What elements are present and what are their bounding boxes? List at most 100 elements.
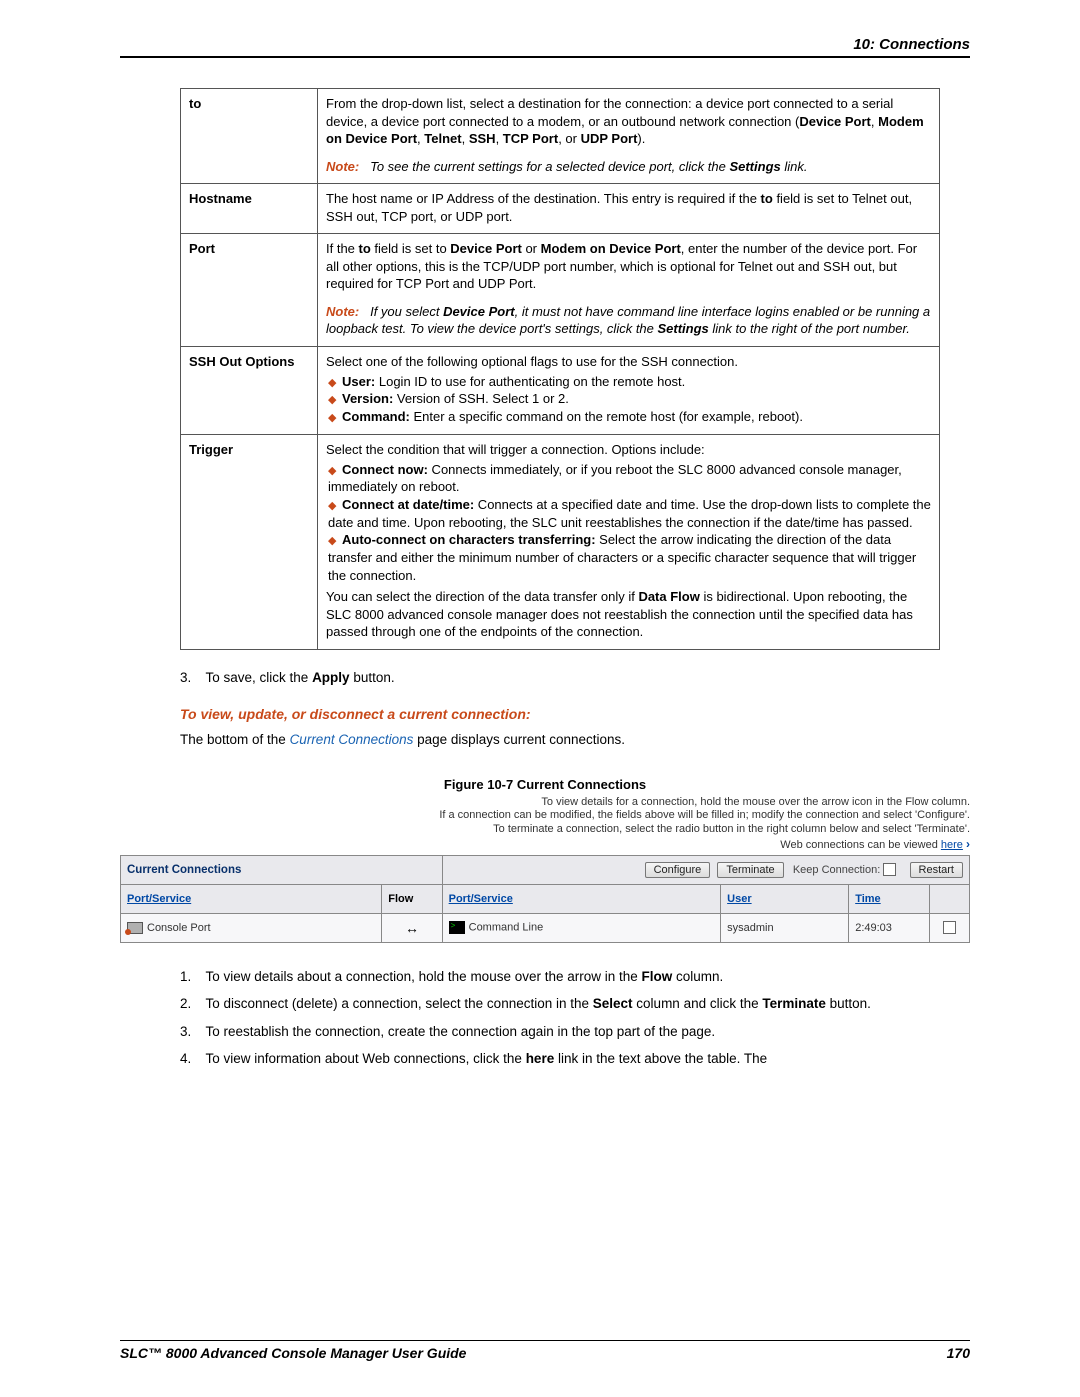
definitions-table: to From the drop-down list, select a des… [180, 88, 940, 650]
opt-ssh: SSH [469, 131, 496, 146]
bullet-icon: ◆ [328, 376, 342, 391]
bold-flow: Flow [642, 969, 673, 984]
bullet-user: User: [342, 374, 375, 389]
text: , or [558, 131, 580, 146]
note-text: link to the right of the port number. [709, 321, 910, 336]
bold-select: Select [593, 996, 633, 1011]
col-time[interactable]: Time [849, 884, 930, 913]
cell-select[interactable] [929, 913, 969, 942]
text: Version of SSH. Select 1 or 2. [393, 391, 569, 406]
configure-button[interactable]: Configure [645, 862, 711, 878]
step-after-1: 1. To view details about a connection, h… [180, 963, 970, 991]
bullet-icon: ◆ [328, 411, 342, 426]
text: column. [672, 969, 723, 984]
text: Console Port [147, 922, 211, 934]
step-number: 2. [180, 994, 202, 1014]
term-trigger: Trigger [181, 435, 318, 650]
lead-text: Select one of the following optional fla… [326, 353, 931, 371]
footer-rule [120, 1340, 970, 1341]
bold-to: to [761, 191, 773, 206]
page-footer: SLC™ 8000 Advanced Console Manager User … [120, 1340, 970, 1361]
restart-button[interactable]: Restart [910, 862, 963, 878]
note-text: If you select [370, 304, 443, 319]
header-rule [120, 56, 970, 58]
text: button. [826, 996, 871, 1011]
text: You can select the direction of the data… [326, 589, 638, 604]
term-to: to [181, 89, 318, 184]
cell-port-service-2: Command Line [442, 913, 721, 942]
col-select [929, 884, 969, 913]
table-actions: Configure Terminate Keep Connection: Res… [442, 855, 969, 884]
text: The bottom of the [180, 732, 290, 747]
text: To disconnect (delete) a connection, sel… [206, 996, 593, 1011]
step-number: 4. [180, 1049, 202, 1069]
term-port: Port [181, 234, 318, 347]
note-text: link. [781, 159, 808, 174]
text: To save, click the [206, 670, 313, 685]
text: , [496, 131, 503, 146]
text: or [522, 241, 541, 256]
footer-title: SLC™ 8000 Advanced Console Manager User … [120, 1345, 466, 1361]
figure-helptext: To view details for a connection, hold t… [120, 796, 970, 853]
bullet-icon: ◆ [328, 393, 342, 408]
figure-caption: Figure 10-7 Current Connections [120, 777, 970, 796]
text: If a connection can be modified, the fie… [120, 809, 970, 823]
current-connections-table: Current Connections Configure Terminate … [120, 855, 970, 943]
bullet-version: Version: [342, 391, 393, 406]
text: button. [350, 670, 395, 685]
text: Login ID to use for authenticating on th… [375, 374, 685, 389]
opt-udp: UDP Port [581, 131, 638, 146]
step-after-2: 2. To disconnect (delete) a connection, … [180, 990, 970, 1018]
cell-port-service-1: Console Port [121, 913, 382, 942]
term-hostname: Hostname [181, 184, 318, 234]
current-connections-link[interactable]: Current Connections [290, 732, 414, 747]
opt-tcp: TCP Port [503, 131, 558, 146]
bold-dataflow: Data Flow [638, 589, 699, 604]
step-after-3: 3. To reestablish the connection, create… [180, 1018, 970, 1046]
bidirectional-arrow-icon: ↔ [405, 920, 419, 936]
text: link in the text above the table. The [554, 1051, 767, 1066]
bullet-icon: ◆ [328, 464, 342, 479]
bold-here: here [526, 1051, 555, 1066]
bullet-connect-now: Connect now: [342, 462, 428, 477]
col-user[interactable]: User [721, 884, 849, 913]
keep-connection-checkbox[interactable] [883, 863, 896, 876]
opt-device-port: Device Port [799, 114, 871, 129]
cell-flow[interactable]: ↔ [382, 913, 442, 942]
intro-text: The bottom of the Current Connections pa… [180, 732, 970, 777]
text: If the [326, 241, 359, 256]
opt-telnet: Telnet [424, 131, 461, 146]
lead-text: Select the condition that will trigger a… [326, 441, 931, 459]
port-icon [127, 922, 143, 934]
cell-user: sysadmin [721, 913, 849, 942]
row-select-checkbox[interactable] [943, 921, 956, 934]
step-number: 1. [180, 967, 202, 987]
bold-settings: Settings [658, 321, 709, 336]
col-port-service-1[interactable]: Port/Service [121, 884, 382, 913]
desc-hostname: The host name or IP Address of the desti… [318, 184, 940, 234]
text: To view details about a connection, hold… [206, 969, 642, 984]
col-flow: Flow [382, 884, 442, 913]
bullet-connect-datetime: Connect at date/time: [342, 497, 474, 512]
text: ). [637, 131, 645, 146]
note-label: Note: [326, 159, 359, 174]
bullet-auto-connect: Auto-connect on characters transferring: [342, 532, 596, 547]
table-row: Console Port ↔ Command Line sysadmin 2:4… [121, 913, 970, 942]
settings-link-ref: Settings [729, 159, 780, 174]
text: field is set to [371, 241, 450, 256]
table-title: Current Connections [121, 855, 443, 884]
here-link[interactable]: here [941, 839, 963, 851]
bold-dp: Device Port [443, 304, 515, 319]
bold-to: to [359, 241, 371, 256]
subsection-heading: To view, update, or disconnect a current… [180, 692, 970, 732]
chevron-right-icon: › [966, 837, 970, 851]
term-sshout: SSH Out Options [181, 347, 318, 435]
col-port-service-2[interactable]: Port/Service [442, 884, 721, 913]
desc-port: If the to field is set to Device Port or… [318, 234, 940, 347]
terminate-button[interactable]: Terminate [717, 862, 783, 878]
page-number: 170 [947, 1345, 970, 1361]
text: To view information about Web connection… [206, 1051, 526, 1066]
text: column and click the [633, 996, 763, 1011]
bold-dp: Device Port [450, 241, 522, 256]
bullet-icon: ◆ [328, 499, 342, 514]
